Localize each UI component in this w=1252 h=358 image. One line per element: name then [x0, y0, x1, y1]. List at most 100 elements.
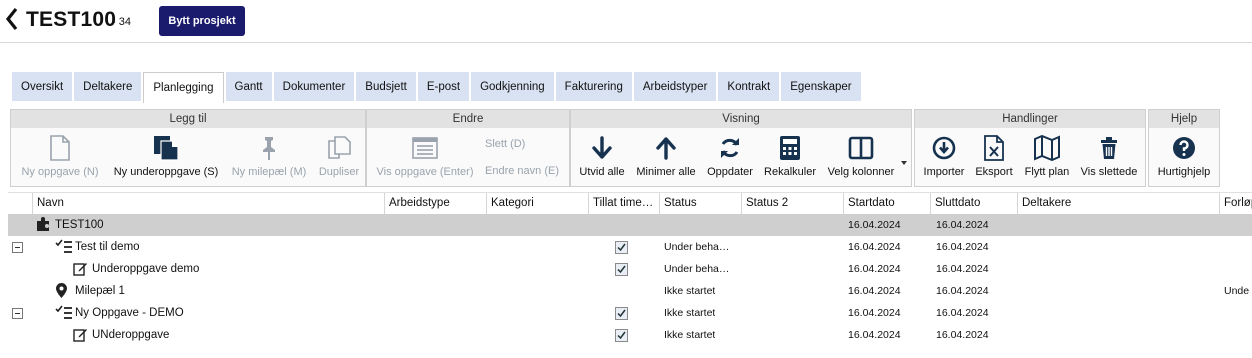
- tab-deltakere[interactable]: Deltakere: [74, 72, 142, 101]
- column-header-kategori[interactable]: Kategori: [486, 193, 589, 214]
- row-checkbox[interactable]: [615, 263, 628, 276]
- tab-e-post[interactable]: E-post: [417, 72, 470, 101]
- back-arrow-icon[interactable]: [4, 6, 20, 32]
- row-startdato: 16.04.2024: [848, 329, 901, 341]
- row-name: Milepæl 1: [75, 285, 125, 297]
- dropdown-caret-icon[interactable]: [901, 152, 907, 170]
- row-checkbox[interactable]: [615, 307, 628, 320]
- list-view-icon: [412, 137, 438, 159]
- row-name: UNderoppgave: [92, 329, 170, 341]
- tab-fakturering[interactable]: Fakturering: [555, 72, 632, 101]
- table-row[interactable]: Test til demo Under beha… 16.04.2024 16.…: [8, 236, 1252, 258]
- new-subtask-button[interactable]: Ny underoppgave (S): [107, 134, 225, 178]
- tab-arbeidstyper[interactable]: Arbeidstyper: [633, 72, 717, 101]
- group-title: Handlinger: [915, 110, 1145, 128]
- tab-planlegging[interactable]: Planlegging: [143, 72, 224, 103]
- collapse-all-label: Minimer alle: [636, 166, 696, 178]
- column-header-status[interactable]: Status: [659, 193, 742, 214]
- row-startdato: 16.04.2024: [848, 263, 901, 275]
- rename-button[interactable]: Endre navn (E): [485, 165, 559, 177]
- table-row[interactable]: TEST100 16.04.2024 16.04.2024: [8, 214, 1252, 236]
- duplicate-label: Dupliser: [318, 166, 360, 178]
- new-milestone-label: Ny milepæl (M): [231, 166, 307, 178]
- puzzle-icon: [36, 217, 50, 237]
- show-deleted-label: Vis slettede: [1080, 166, 1138, 178]
- column-header-deltakere[interactable]: Deltakere: [1017, 193, 1220, 214]
- recalculate-button[interactable]: Rekalkuler: [759, 134, 821, 178]
- row-startdato: 16.04.2024: [848, 241, 901, 253]
- duplicate-button[interactable]: Dupliser: [315, 134, 363, 178]
- refresh-button[interactable]: Oppdater: [703, 134, 757, 178]
- edit-task-icon: [73, 327, 88, 347]
- show-deleted-button[interactable]: Vis slettede: [1077, 134, 1141, 178]
- group-title: Endre: [367, 110, 569, 128]
- row-name: Test til demo: [75, 241, 140, 253]
- calculator-icon: [780, 136, 800, 160]
- new-task-button[interactable]: Ny oppgave (N): [15, 134, 105, 178]
- table-row[interactable]: Ny Oppgave - DEMO Ikke startet 16.04.202…: [8, 302, 1252, 324]
- tab-egenskaper[interactable]: Egenskaper: [781, 72, 861, 101]
- quick-help-button[interactable]: Hurtighjelp: [1151, 134, 1217, 178]
- row-checkbox[interactable]: [615, 329, 628, 342]
- tab-budsjett[interactable]: Budsjett: [356, 72, 416, 101]
- copy-document-icon: [154, 136, 179, 161]
- view-task-button[interactable]: Vis oppgave (Enter): [371, 134, 479, 178]
- row-name: Underoppgave demo: [92, 263, 200, 275]
- import-button[interactable]: Importer: [919, 134, 969, 178]
- download-circle-icon: [932, 136, 956, 160]
- group-handlinger: Handlinger Importer Eksport Flytt plan V…: [914, 109, 1146, 187]
- group-legg-til: Legg til Ny oppgave (N) Ny underoppgave …: [10, 109, 366, 187]
- view-task-label: Vis oppgave (Enter): [376, 166, 474, 178]
- group-endre: Endre Vis oppgave (Enter) Slett (D) Endr…: [366, 109, 570, 187]
- column-header-forlop[interactable]: Forløp: [1219, 193, 1252, 214]
- expand-all-button[interactable]: Utvid alle: [575, 134, 629, 178]
- choose-columns-button[interactable]: Velg kolonner: [823, 134, 899, 178]
- row-status: Ikke startet: [664, 329, 716, 341]
- move-plan-button[interactable]: Flytt plan: [1019, 134, 1075, 178]
- columns-icon: [848, 136, 874, 160]
- tab-dokumenter[interactable]: Dokumenter: [273, 72, 355, 101]
- group-title: Legg til: [11, 110, 365, 128]
- pin-icon: [263, 137, 275, 160]
- top-bar: TEST100 - 34 Bytt prosjekt: [0, 0, 1252, 43]
- row-status: Ikke startet: [664, 285, 716, 297]
- column-header-arbeidstype[interactable]: Arbeidstype: [384, 193, 487, 214]
- map-marker-icon: [56, 283, 67, 303]
- delete-button[interactable]: Slett (D): [485, 138, 525, 150]
- column-header-sluttdato[interactable]: Sluttdato: [930, 193, 1018, 214]
- arrow-down-icon: [592, 136, 612, 159]
- choose-columns-label: Velg kolonner: [827, 166, 895, 178]
- column-header-startdato[interactable]: Startdato: [843, 193, 931, 214]
- tab-gantt[interactable]: Gantt: [225, 72, 272, 101]
- table-row[interactable]: Underoppgave demo Under beha… 16.04.2024…: [8, 258, 1252, 280]
- duplicate-icon: [328, 136, 351, 159]
- tab-godkjenning[interactable]: Godkjenning: [471, 72, 554, 101]
- switch-project-button[interactable]: Bytt prosjekt: [159, 6, 245, 36]
- grid-header: Navn Arbeidstype Kategori Tillat time… S…: [8, 192, 1252, 215]
- column-header-status-2[interactable]: Status 2: [741, 193, 844, 214]
- row-sluttdato: 16.04.2024: [936, 285, 989, 297]
- column-header-tillat-time[interactable]: Tillat time…: [588, 193, 660, 214]
- trash-icon: [1101, 137, 1117, 159]
- help-circle-icon: [1173, 137, 1195, 159]
- collapse-toggle-icon[interactable]: [12, 242, 23, 253]
- tab-oversikt[interactable]: Oversikt: [12, 72, 73, 101]
- column-header-navn[interactable]: Navn: [32, 193, 385, 214]
- row-status: Under beha…: [664, 263, 730, 275]
- table-row[interactable]: UNderoppgave Ikke startet 16.04.2024 16.…: [8, 324, 1252, 346]
- collapse-toggle-icon[interactable]: [12, 308, 23, 319]
- import-label: Importer: [923, 166, 965, 178]
- collapse-all-button[interactable]: Minimer alle: [631, 134, 701, 178]
- export-button[interactable]: Eksport: [971, 134, 1017, 178]
- new-task-label: Ny oppgave (N): [21, 166, 99, 178]
- refresh-icon: [721, 138, 739, 158]
- row-startdato: 16.04.2024: [848, 285, 901, 297]
- table-row[interactable]: Milepæl 1 Ikke startet 16.04.2024 16.04.…: [8, 280, 1252, 302]
- new-subtask-label: Ny underoppgave (S): [113, 166, 219, 178]
- row-sluttdato: 16.04.2024: [936, 263, 989, 275]
- tab-kontrakt[interactable]: Kontrakt: [718, 72, 780, 101]
- project-title: TEST100: [26, 8, 117, 31]
- new-milestone-button[interactable]: Ny milepæl (M): [227, 134, 311, 178]
- arrow-up-icon: [656, 137, 676, 160]
- row-checkbox[interactable]: [615, 241, 628, 254]
